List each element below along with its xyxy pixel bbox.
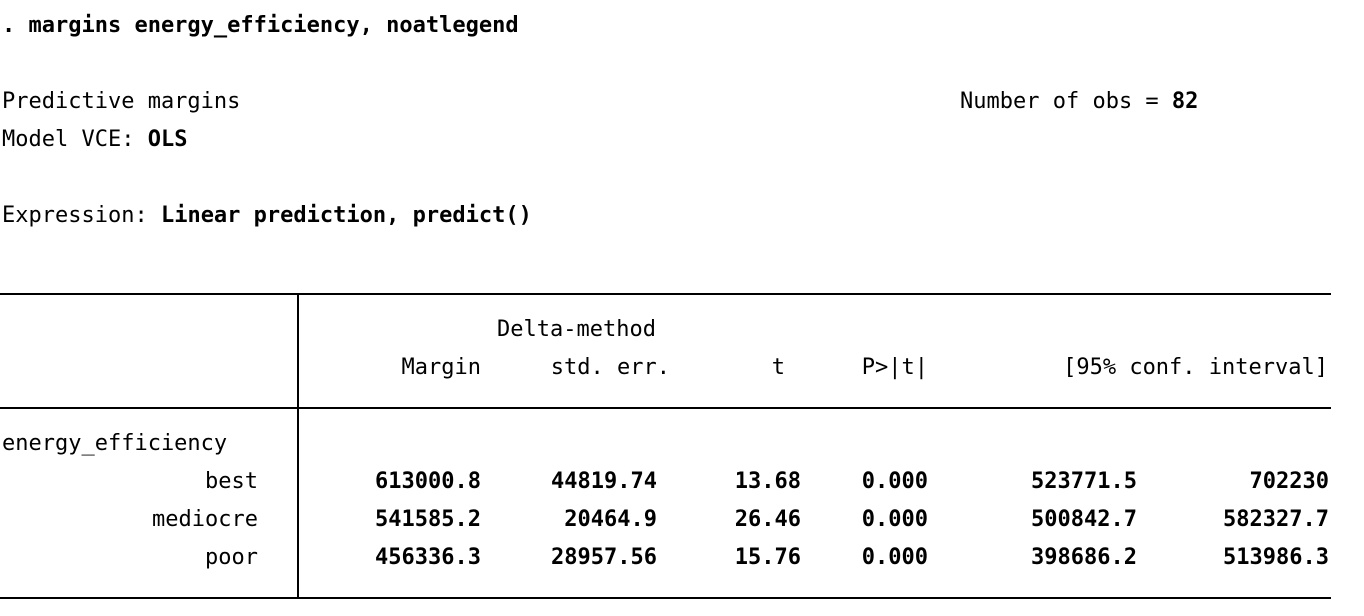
cell-margin: 456336.3	[375, 545, 481, 570]
cell-p: 0.000	[861, 545, 928, 570]
cell-p: 0.000	[861, 507, 928, 532]
expression-line: Expression: Linear prediction, predict()	[2, 205, 532, 227]
cell-ci-high: 513986.3	[1223, 545, 1329, 570]
col-header-p: P>|t|	[861, 355, 928, 380]
table-bottom-rule	[0, 597, 1331, 599]
table-header-rule	[0, 407, 1331, 409]
cell-stderr: 28957.56	[551, 545, 657, 570]
cell-stderr: 20464.9	[564, 507, 657, 532]
row-label-poor: poor	[205, 545, 258, 570]
results-title: Predictive margins	[2, 89, 241, 114]
table-top-rule	[0, 293, 1331, 295]
cell-t: 26.46	[734, 507, 801, 532]
cell-stderr: 44819.74	[551, 469, 657, 494]
cell-ci-high: 582327.7	[1223, 507, 1329, 532]
table-column-divider	[297, 294, 299, 598]
cell-ci-low: 398686.2	[1031, 545, 1137, 570]
row-label-mediocre: mediocre	[152, 507, 258, 532]
cell-t: 15.76	[734, 545, 801, 570]
cell-ci-high: 702230	[1249, 469, 1329, 494]
cell-margin: 613000.8	[375, 469, 481, 494]
cell-ci-low: 523771.5	[1031, 469, 1137, 494]
nobs-label: Number of obs =	[960, 89, 1172, 114]
command-line: . margins energy_efficiency, noatlegend	[2, 13, 519, 38]
nobs-line: Number of obs = 82	[960, 91, 1198, 113]
cell-ci-low: 500842.7	[1031, 507, 1137, 532]
vce-label: Model VCE:	[2, 127, 148, 152]
vce-line: Model VCE: OLS	[2, 129, 187, 151]
header-delta-method: Delta-method	[497, 317, 656, 342]
col-header-t: t	[771, 355, 785, 380]
cell-t: 13.68	[734, 469, 801, 494]
col-header-margin: Margin	[401, 355, 481, 380]
col-header-ci: [95% conf. interval]	[1063, 355, 1328, 380]
col-header-stderr: std. err.	[550, 355, 670, 380]
cell-p: 0.000	[861, 469, 928, 494]
row-label-best: best	[205, 469, 258, 494]
nobs-value: 82	[1171, 89, 1199, 114]
expression-value: Linear prediction, predict()	[160, 203, 532, 228]
cell-margin: 541585.2	[375, 507, 481, 532]
expression-label: Expression:	[2, 203, 161, 228]
group-label: energy_efficiency	[2, 431, 228, 456]
vce-value: OLS	[147, 127, 188, 152]
